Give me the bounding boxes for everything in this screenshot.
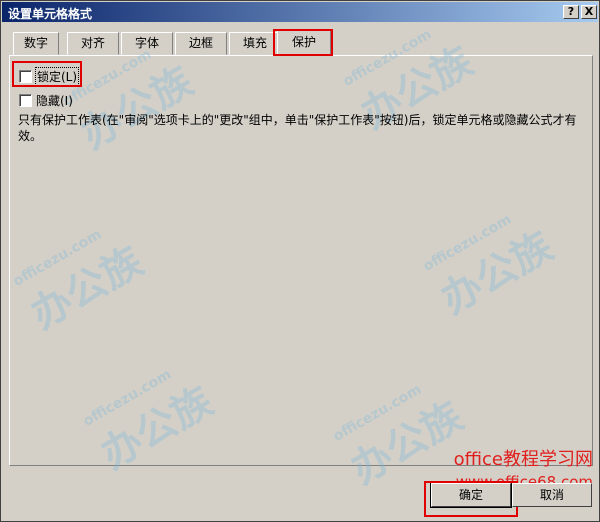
tab-number[interactable]: 数字 bbox=[13, 32, 59, 55]
tab-alignment[interactable]: 对齐 bbox=[67, 32, 119, 55]
tab-font[interactable]: 字体 bbox=[121, 32, 173, 55]
dialog-title: 设置单元格格式 bbox=[8, 7, 93, 21]
cancel-button[interactable]: 取消 bbox=[512, 483, 592, 507]
hidden-checkbox[interactable] bbox=[19, 94, 32, 107]
protection-tab-highlight bbox=[273, 29, 333, 56]
close-button[interactable]: X bbox=[581, 5, 597, 19]
hidden-label[interactable]: 隐藏(I) bbox=[36, 92, 73, 109]
format-cells-dialog: 设置单元格格式 ? X 数字 对齐 字体 边框 填充 保护 officezu.c… bbox=[0, 0, 600, 522]
help-button[interactable]: ? bbox=[563, 5, 579, 19]
hidden-option[interactable]: 隐藏(I) bbox=[19, 92, 73, 109]
locked-highlight bbox=[12, 61, 82, 87]
tab-border[interactable]: 边框 bbox=[175, 32, 227, 55]
protection-info-text: 只有保护工作表(在"审阅"选项卡上的"更改"组中，单击"保护工作表"按钮)后，锁… bbox=[18, 113, 577, 143]
ok-button-highlight bbox=[424, 481, 518, 517]
title-bar: 设置单元格格式 ? X bbox=[2, 2, 598, 22]
